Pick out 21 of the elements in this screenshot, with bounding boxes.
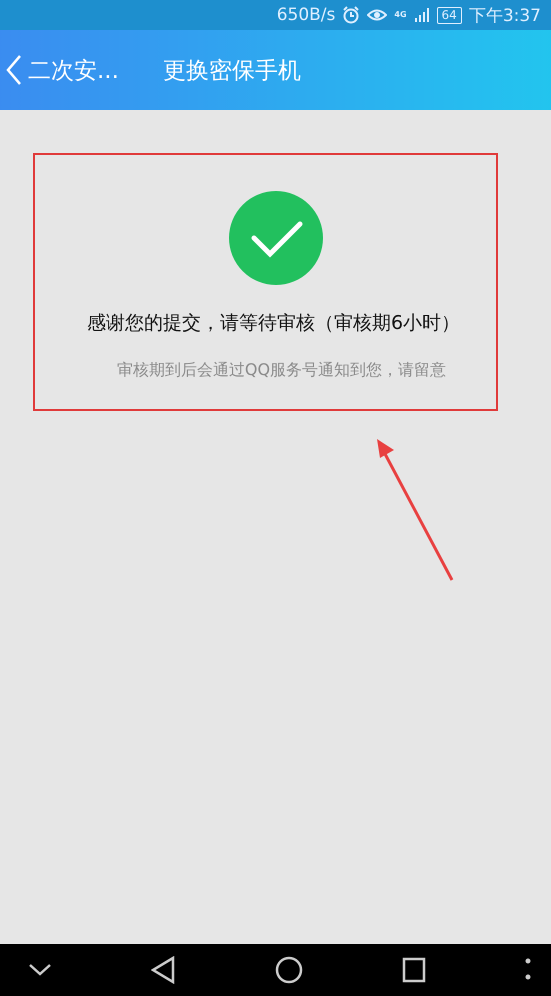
recent-apps-icon	[402, 957, 426, 983]
signal-icon	[414, 7, 430, 23]
clock: 下午3:37	[468, 4, 541, 26]
home-icon	[274, 956, 302, 984]
chevron-left-icon	[6, 54, 22, 86]
chevron-down-icon	[28, 963, 52, 977]
page-title: 更换密保手机	[162, 56, 301, 86]
back-button[interactable]: 二次安...	[0, 54, 119, 86]
network-type: 4G	[394, 11, 407, 19]
alarm-icon	[342, 6, 360, 24]
eye-icon	[367, 7, 388, 23]
network-speed: 650B/s	[276, 5, 336, 25]
nav-button[interactable]	[151, 956, 176, 984]
status-message: 感谢您的提交，请等待审核（审核期6小时）	[86, 311, 460, 336]
nav-button[interactable]	[28, 963, 52, 977]
battery-level: 64	[436, 6, 462, 24]
back-icon	[151, 956, 176, 984]
notice-text: 审核期到后会通过QQ服务号通知到您，请留意	[116, 360, 446, 381]
nav-button[interactable]	[274, 956, 302, 984]
check-icon	[228, 190, 324, 286]
nav-button[interactable]	[402, 957, 426, 983]
